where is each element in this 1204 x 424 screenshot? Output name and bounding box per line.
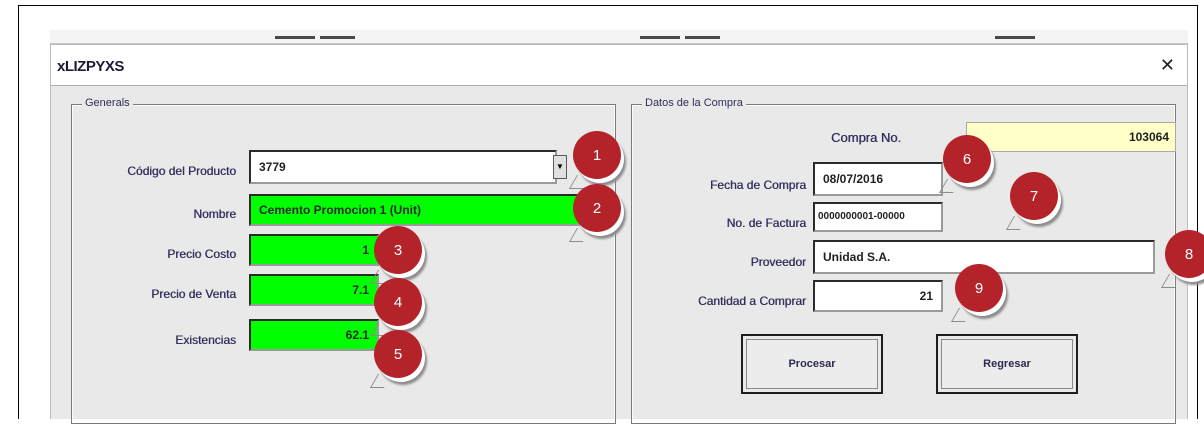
window-title: xLIZPYXS — [57, 58, 124, 75]
strip-tick — [995, 36, 1035, 39]
purchase-number-field: 103064 — [966, 122, 1176, 152]
cancel-button[interactable]: Regresar — [936, 334, 1078, 394]
product-code-select[interactable]: 3779 — [249, 150, 557, 184]
dropdown-arrow-icon[interactable]: ▼ — [553, 155, 567, 179]
sale-price-field: 7.1 — [249, 274, 379, 306]
strip-tick — [275, 36, 315, 39]
callout-marker-9: 9 — [950, 264, 1003, 322]
callout-marker-3: 3 — [369, 226, 422, 284]
strip-tick — [320, 36, 355, 39]
purchase-legend: Datos de la Compra — [642, 97, 746, 109]
cost-price-field: 1 — [249, 234, 379, 266]
product-name-label: Nombre — [193, 207, 236, 221]
strip-tick — [640, 36, 680, 39]
callout-marker-6: 6 — [938, 135, 991, 193]
purchase-dialog: xLIZPYXS ✕ Generals Código del Producto … — [50, 44, 1188, 424]
cost-price-label: Precio Costo — [167, 247, 236, 261]
close-icon[interactable]: ✕ — [1160, 55, 1175, 76]
background-window-strip — [50, 30, 1188, 44]
stock-field: 62.1 — [249, 319, 379, 351]
sale-price-label: Precio de Venta — [151, 287, 236, 301]
callout-marker-2: 2 — [568, 184, 621, 242]
invoice-number-field[interactable]: 0000000001-00000 — [813, 202, 943, 232]
process-button[interactable]: Procesar — [741, 334, 883, 394]
invoice-number-label: No. de Factura — [726, 216, 806, 230]
supplier-label: Proveedor — [750, 255, 806, 269]
callout-marker-1: 1 — [568, 131, 621, 189]
quantity-label: Cantidad a Comprar — [697, 294, 806, 308]
quantity-input[interactable]: 21 — [813, 280, 943, 312]
callout-marker-7: 7 — [1005, 172, 1058, 230]
callout-marker-4: 4 — [369, 278, 422, 336]
purchase-date-field[interactable]: 08/07/2016 — [813, 162, 943, 196]
general-legend: Generals — [82, 97, 133, 109]
callout-marker-5: 5 — [369, 330, 422, 388]
product-name-field: Cemento Promocion 1 (Unit) — [249, 194, 581, 226]
title-bar: xLIZPYXS ✕ — [51, 44, 1187, 86]
stock-label: Existencias — [175, 333, 236, 347]
purchase-number-label: Compra No. — [831, 130, 902, 145]
product-code-label: Código del Producto — [127, 164, 236, 178]
strip-tick — [685, 36, 720, 39]
purchase-date-label: Fecha de Compra — [709, 178, 806, 192]
